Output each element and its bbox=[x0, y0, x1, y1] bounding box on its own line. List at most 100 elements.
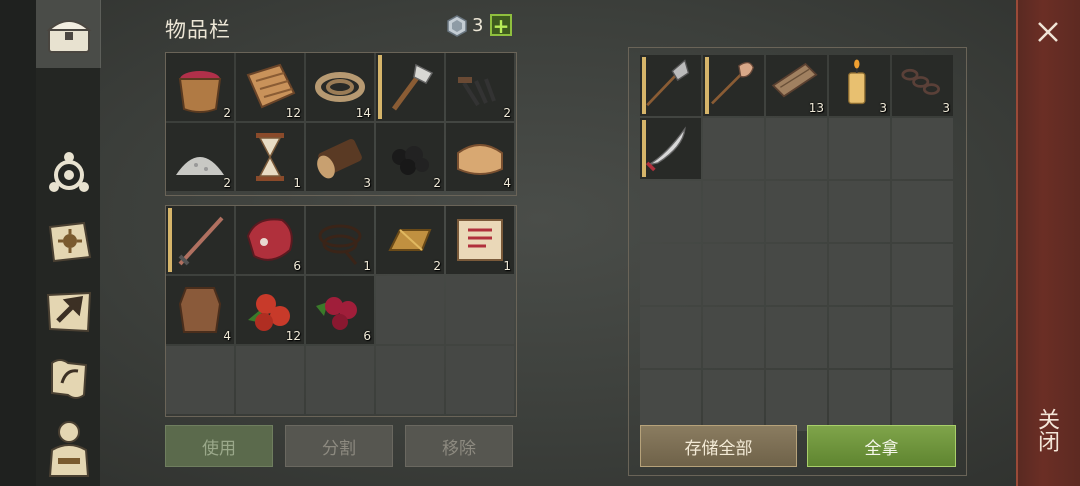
empty-slot[interactable] bbox=[446, 346, 514, 414]
empty-slot[interactable] bbox=[703, 118, 764, 179]
empty-slot[interactable] bbox=[892, 181, 953, 242]
durability-bar bbox=[705, 57, 709, 114]
item-quantity: 3 bbox=[363, 176, 371, 190]
empty-slot[interactable] bbox=[766, 307, 827, 368]
item-slot[interactable]: 12 bbox=[236, 276, 304, 344]
item-quantity: 6 bbox=[293, 259, 301, 273]
item-slot[interactable]: 1 bbox=[236, 123, 304, 191]
item-quantity: 1 bbox=[293, 176, 301, 190]
item-quantity: 6 bbox=[363, 329, 371, 343]
item-quantity: 3 bbox=[879, 101, 887, 115]
empty-slot[interactable] bbox=[640, 181, 701, 242]
inventory-grid-bottom: 6 1 2 1 4 12 6 bbox=[166, 206, 514, 414]
empty-slot[interactable] bbox=[306, 346, 374, 414]
empty-slot[interactable] bbox=[829, 244, 890, 305]
empty-slot[interactable] bbox=[640, 307, 701, 368]
item-quantity: 1 bbox=[503, 259, 511, 273]
item-slot[interactable]: 4 bbox=[166, 276, 234, 344]
item-slot[interactable]: 6 bbox=[306, 276, 374, 344]
empty-slot[interactable] bbox=[829, 307, 890, 368]
empty-slot[interactable] bbox=[829, 181, 890, 242]
item-slot[interactable]: 1 bbox=[446, 206, 514, 274]
empty-slot[interactable] bbox=[766, 244, 827, 305]
item-quantity: 1 bbox=[363, 259, 371, 273]
close-button[interactable]: 关闭 bbox=[1034, 408, 1062, 452]
shovel-icon bbox=[711, 61, 754, 105]
recipes-scroll-icon[interactable] bbox=[40, 352, 98, 408]
inventory-title: 物品栏 bbox=[165, 18, 231, 42]
empty-slot[interactable] bbox=[766, 181, 827, 242]
item-quantity: 2 bbox=[433, 259, 441, 273]
tech-tree-icon[interactable] bbox=[40, 144, 98, 200]
add-gems-button[interactable]: + bbox=[490, 14, 512, 36]
item-slot[interactable]: 14 bbox=[306, 53, 374, 121]
use-button[interactable]: 使用 bbox=[165, 425, 273, 467]
item-slot[interactable]: 2 bbox=[376, 123, 444, 191]
empty-slot[interactable] bbox=[703, 307, 764, 368]
side-menu bbox=[0, 0, 101, 486]
empty-slot[interactable] bbox=[703, 181, 764, 242]
item-slot[interactable]: 2 bbox=[446, 53, 514, 121]
empty-slot[interactable] bbox=[640, 370, 701, 431]
durability-bar bbox=[378, 55, 382, 119]
character-icon[interactable] bbox=[40, 420, 98, 477]
item-slot[interactable]: 3 bbox=[892, 55, 953, 116]
empty-slot[interactable] bbox=[766, 118, 827, 179]
empty-slot[interactable] bbox=[829, 370, 890, 431]
durability-bar bbox=[642, 57, 646, 114]
empty-slot[interactable] bbox=[829, 118, 890, 179]
scimitar-icon bbox=[645, 126, 686, 172]
sword-icon bbox=[178, 216, 224, 266]
empty-slot[interactable] bbox=[892, 118, 953, 179]
item-slot[interactable] bbox=[376, 53, 444, 121]
empty-slot[interactable] bbox=[892, 370, 953, 431]
halberd-icon bbox=[646, 59, 690, 107]
item-quantity: 2 bbox=[503, 106, 511, 120]
empty-slot[interactable] bbox=[376, 346, 444, 414]
item-quantity: 2 bbox=[223, 176, 231, 190]
item-slot[interactable]: 3 bbox=[306, 123, 374, 191]
item-slot[interactable]: 2 bbox=[166, 53, 234, 121]
empty-slot[interactable] bbox=[236, 346, 304, 414]
item-quantity: 3 bbox=[942, 101, 950, 115]
empty-slot[interactable] bbox=[446, 276, 514, 344]
storage-grid: 13 3 3 bbox=[640, 55, 953, 431]
item-slot[interactable] bbox=[640, 55, 701, 116]
stone-axe-icon bbox=[391, 63, 434, 111]
skills-book-icon[interactable] bbox=[40, 214, 98, 270]
empty-slot[interactable] bbox=[892, 244, 953, 305]
empty-slot[interactable] bbox=[892, 307, 953, 368]
item-slot[interactable]: 2 bbox=[166, 123, 234, 191]
store-all-button[interactable]: 存储全部 bbox=[640, 425, 797, 467]
item-slot[interactable]: 12 bbox=[236, 53, 304, 121]
item-quantity: 2 bbox=[433, 176, 441, 190]
item-quantity: 4 bbox=[503, 176, 511, 190]
item-slot[interactable]: 1 bbox=[306, 206, 374, 274]
remove-button[interactable]: 移除 bbox=[405, 425, 513, 467]
durability-bar bbox=[168, 208, 172, 272]
gem-currency-icon bbox=[447, 15, 467, 37]
empty-slot[interactable] bbox=[376, 276, 444, 344]
inventory-grid-top: 2 12 14 2 2 1 3 2 4 bbox=[166, 53, 514, 191]
empty-slot[interactable] bbox=[640, 244, 701, 305]
chest-tab-icon[interactable] bbox=[40, 6, 98, 62]
durability-bar bbox=[642, 120, 646, 177]
item-slot[interactable] bbox=[703, 55, 764, 116]
take-all-button[interactable]: 全拿 bbox=[807, 425, 956, 467]
close-icon[interactable] bbox=[1034, 18, 1062, 46]
item-slot[interactable]: 3 bbox=[829, 55, 890, 116]
item-quantity: 2 bbox=[223, 106, 231, 120]
empty-slot[interactable] bbox=[703, 370, 764, 431]
item-quantity: 14 bbox=[355, 106, 371, 120]
item-slot[interactable]: 2 bbox=[376, 206, 444, 274]
item-slot[interactable]: 13 bbox=[766, 55, 827, 116]
item-slot[interactable]: 6 bbox=[236, 206, 304, 274]
item-slot[interactable]: 4 bbox=[446, 123, 514, 191]
empty-slot[interactable] bbox=[766, 370, 827, 431]
crafting-map-icon[interactable] bbox=[40, 284, 98, 340]
item-slot[interactable] bbox=[166, 206, 234, 274]
split-button[interactable]: 分割 bbox=[285, 425, 393, 467]
empty-slot[interactable] bbox=[703, 244, 764, 305]
empty-slot[interactable] bbox=[166, 346, 234, 414]
item-slot[interactable] bbox=[640, 118, 701, 179]
